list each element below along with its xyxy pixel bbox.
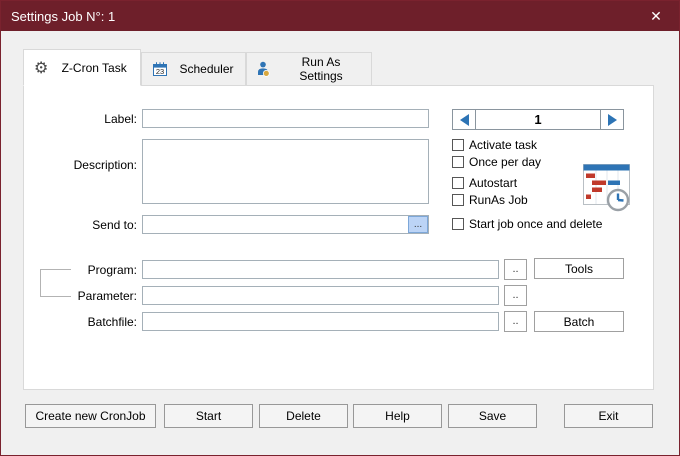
checkbox-label: RunAs Job bbox=[469, 193, 528, 207]
help-button[interactable]: Help bbox=[353, 404, 442, 428]
description-field-label: Description: bbox=[34, 157, 137, 173]
checkbox-box bbox=[452, 194, 464, 206]
tab-label: Scheduler bbox=[168, 62, 245, 76]
tools-button[interactable]: Tools bbox=[534, 258, 624, 279]
tab-label: Z-Cron Task bbox=[48, 61, 140, 75]
label-field-label: Label: bbox=[34, 111, 137, 127]
settings-job-dialog: Settings Job N°: 1 ✕ ⚙ Z-Cron Task 23 Sc… bbox=[0, 0, 680, 456]
spinner-next-button[interactable] bbox=[600, 110, 623, 129]
batch-button[interactable]: Batch bbox=[534, 311, 624, 332]
tab-scheduler[interactable]: 23 Scheduler bbox=[141, 52, 246, 85]
checkbox-label: Activate task bbox=[469, 138, 537, 152]
spinner-prev-button[interactable] bbox=[453, 110, 476, 129]
checkbox-box bbox=[452, 139, 464, 151]
tab-zcron-task[interactable]: ⚙ Z-Cron Task bbox=[23, 49, 141, 86]
checkbox-box bbox=[452, 177, 464, 189]
tab-label: Run As Settings bbox=[271, 55, 371, 83]
window-title: Settings Job N°: 1 bbox=[1, 9, 115, 24]
calendar-icon: 23 bbox=[152, 61, 168, 77]
create-new-cronjob-button[interactable]: Create new CronJob bbox=[25, 404, 156, 428]
title-bar: Settings Job N°: 1 ✕ bbox=[1, 1, 679, 31]
delete-button[interactable]: Delete bbox=[259, 404, 348, 428]
checkbox-autostart[interactable]: Autostart bbox=[452, 176, 517, 190]
description-textarea[interactable] bbox=[142, 139, 429, 204]
job-number-spinner: 1 bbox=[452, 109, 624, 130]
save-button[interactable]: Save bbox=[448, 404, 537, 428]
close-icon: ✕ bbox=[650, 8, 662, 25]
tab-run-as-settings[interactable]: Run As Settings bbox=[246, 52, 372, 85]
batchfile-input[interactable] bbox=[142, 312, 499, 331]
job-number-value: 1 bbox=[476, 110, 600, 129]
label-input[interactable] bbox=[142, 109, 429, 128]
program-input[interactable] bbox=[142, 260, 499, 279]
gear-icon: ⚙ bbox=[34, 60, 48, 76]
program-field-label: Program: bbox=[34, 262, 137, 278]
start-button[interactable]: Start bbox=[164, 404, 253, 428]
parameter-browse-button[interactable]: .. bbox=[504, 285, 527, 306]
arrow-left-icon bbox=[460, 114, 469, 126]
checkbox-label: Once per day bbox=[469, 155, 541, 169]
checkbox-activate-task[interactable]: Activate task bbox=[452, 138, 537, 152]
sendto-input[interactable] bbox=[142, 215, 429, 234]
batchfile-browse-button[interactable]: .. bbox=[504, 311, 527, 332]
parameter-input[interactable] bbox=[142, 286, 499, 305]
program-browse-button[interactable]: .. bbox=[504, 259, 527, 280]
sendto-field-label: Send to: bbox=[34, 217, 137, 233]
exit-button[interactable]: Exit bbox=[564, 404, 653, 428]
zcron-task-panel: Label: Description: Send to: ... 1 Activ… bbox=[23, 85, 654, 390]
checkbox-label: Start job once and delete bbox=[469, 217, 602, 231]
checkbox-box bbox=[452, 218, 464, 230]
tab-strip: ⚙ Z-Cron Task 23 Scheduler bbox=[23, 49, 372, 86]
checkbox-label: Autostart bbox=[469, 176, 517, 190]
user-key-icon bbox=[257, 61, 271, 77]
batchfile-field-label: Batchfile: bbox=[34, 314, 137, 330]
arrow-right-icon bbox=[608, 114, 617, 126]
checkbox-once-per-day[interactable]: Once per day bbox=[452, 155, 541, 169]
schedule-clock-icon bbox=[580, 162, 636, 219]
parameter-field-label: Parameter: bbox=[34, 288, 137, 304]
close-button[interactable]: ✕ bbox=[633, 1, 679, 31]
checkbox-box bbox=[452, 156, 464, 168]
checkbox-runas-job[interactable]: RunAs Job bbox=[452, 193, 528, 207]
checkbox-start-once-delete[interactable]: Start job once and delete bbox=[452, 217, 602, 231]
svg-text:23: 23 bbox=[156, 67, 164, 76]
sendto-browse-button[interactable]: ... bbox=[408, 216, 428, 233]
